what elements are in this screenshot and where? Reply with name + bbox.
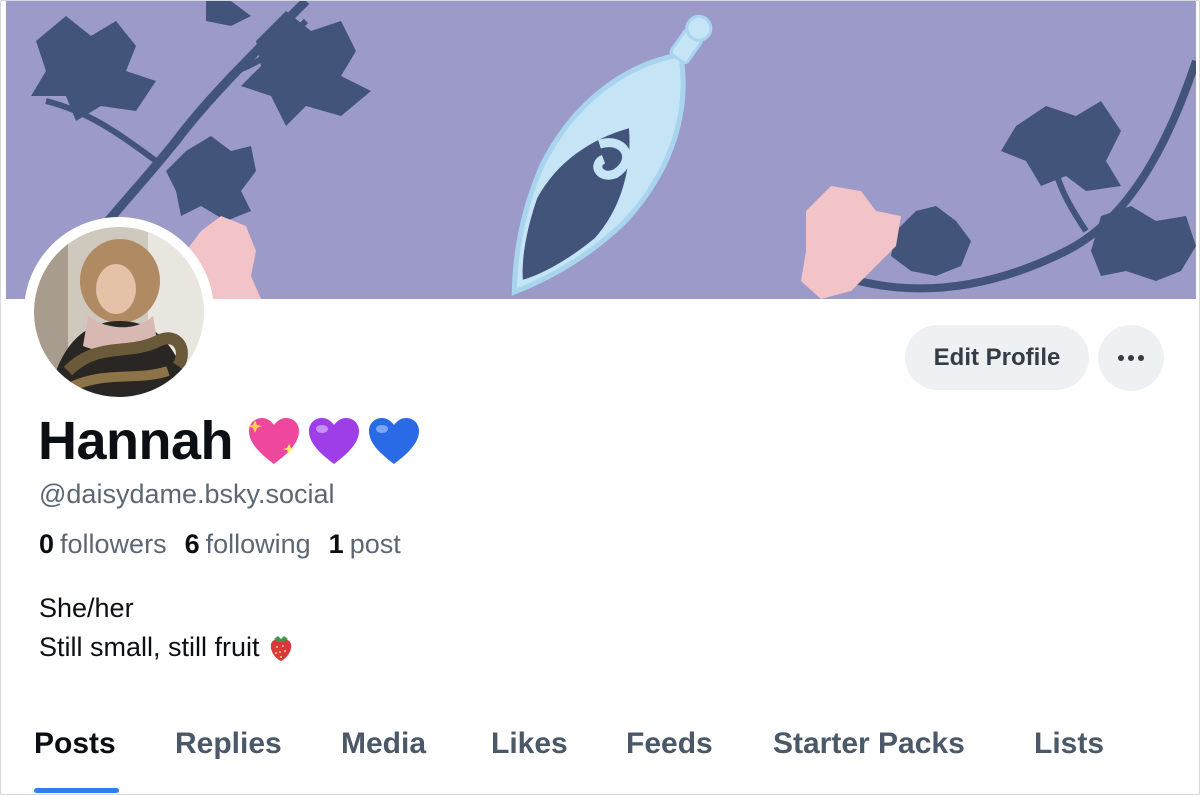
name-emojis <box>245 414 423 468</box>
tab-media[interactable]: Media <box>341 727 426 761</box>
bio: She/her Still small, still fruit <box>39 589 294 667</box>
following-label: following <box>205 529 311 559</box>
edit-profile-button[interactable]: Edit Profile <box>905 325 1089 390</box>
profile-tabs: Posts Replies Media Likes Feeds Starter … <box>1 713 1199 794</box>
followers-label: followers <box>60 529 167 559</box>
display-name: Hannah <box>38 411 234 471</box>
followers-count: 0 <box>39 529 55 559</box>
profile-stats: 0 followers 6 following 1 post <box>39 529 401 560</box>
posts-count: 1 <box>328 529 344 559</box>
tab-feeds[interactable]: Feeds <box>626 727 713 761</box>
tab-starter-packs[interactable]: Starter Packs <box>773 727 965 761</box>
tab-replies[interactable]: Replies <box>175 727 282 761</box>
posts-label: post <box>349 529 401 559</box>
following-link[interactable]: 6 following <box>185 529 311 560</box>
following-count: 6 <box>184 529 200 559</box>
purple-heart-icon <box>309 418 360 464</box>
handle: @daisydame.bsky.social <box>39 479 335 509</box>
active-tab-indicator <box>34 788 119 793</box>
posts-stat: 1 post <box>329 529 401 560</box>
blue-heart-icon <box>369 418 420 464</box>
tab-posts[interactable]: Posts <box>34 727 116 761</box>
display-name-row: Hannah <box>38 409 423 473</box>
avatar-photo <box>28 221 210 403</box>
bio-line-text: Still small, still fruit <box>39 632 260 662</box>
followers-link[interactable]: 0 followers <box>39 529 167 560</box>
bio-line: Still small, still fruit <box>39 628 294 667</box>
avatar[interactable] <box>28 221 210 403</box>
tab-lists[interactable]: Lists <box>1034 727 1104 761</box>
profile-page: Edit Profile Hannah @daisydame.bsky.soci… <box>0 0 1200 795</box>
sparkling-heart-icon <box>248 418 300 464</box>
ellipsis-icon <box>1118 355 1144 361</box>
tab-likes[interactable]: Likes <box>491 727 568 761</box>
more-options-button[interactable] <box>1098 325 1164 391</box>
bio-line: She/her <box>39 593 134 623</box>
strawberry-icon <box>270 635 291 661</box>
